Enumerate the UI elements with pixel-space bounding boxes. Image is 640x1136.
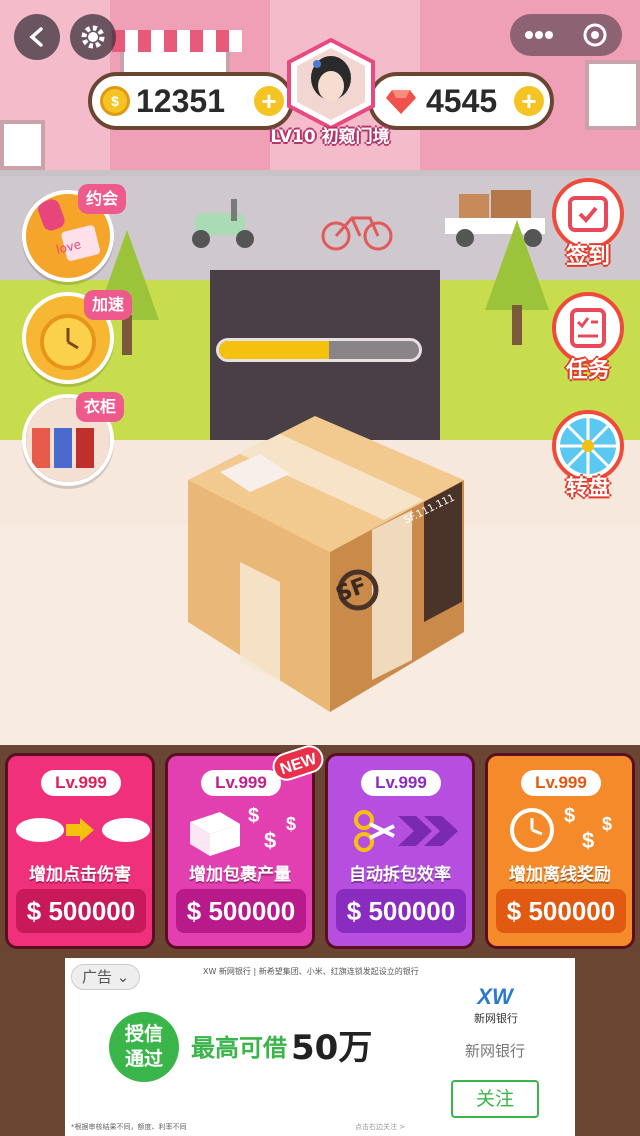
wardrobe-tag: 衣柜 <box>76 392 125 422</box>
ad-tag-button[interactable]: 广告 ⌄ <box>71 964 141 990</box>
svg-text:$: $ <box>564 805 575 827</box>
upgrade-price-button[interactable]: $ 500000 <box>496 889 626 933</box>
window <box>0 120 45 170</box>
scissors-icon <box>354 810 458 852</box>
upgrade-price-button[interactable]: $ 500000 <box>336 889 466 933</box>
ad-header: XW 新网银行 | 新希望集团、小米、红旗连锁发起设立的银行 <box>203 967 419 976</box>
tree <box>485 220 549 310</box>
brand-small: 新网银行 <box>474 1012 518 1025</box>
mini-program-menu[interactable] <box>510 14 622 56</box>
wheel-label: 转盘 <box>565 476 610 501</box>
unbox-progress-fill <box>219 341 329 359</box>
coin-value: 12351 <box>136 82 225 119</box>
upgrade-price-button[interactable]: $ 500000 <box>16 889 146 933</box>
speedup-tag: 加速 <box>84 290 133 320</box>
tree-trunk <box>512 305 522 345</box>
follow-button[interactable]: 关注 <box>451 1080 539 1118</box>
tasks-label: 任务 <box>565 358 610 383</box>
badge-line-1: 授信 <box>124 1023 163 1045</box>
badge-line-2: 通过 <box>124 1048 163 1070</box>
task-list-icon <box>570 308 606 348</box>
upgrade-price-button[interactable]: $ 500000 <box>176 889 306 933</box>
hand-tap-icon <box>16 818 150 842</box>
xw-logo: XW <box>477 984 513 1009</box>
chevron-down-icon: ⌄ <box>112 968 130 986</box>
package-box[interactable] <box>180 392 470 722</box>
upgrade-name: 增加离线奖励 <box>509 865 611 885</box>
new-badge: NEW <box>268 741 328 785</box>
calendar-check-icon <box>568 196 608 232</box>
upgrade-card-offline-reward[interactable]: Lv.999 $ $ $ 增加离线奖励 $ 500000 <box>485 753 635 949</box>
scooter <box>192 199 254 248</box>
player-level: LV10 初窥门境 <box>270 127 390 147</box>
upgrade-card-auto-unbox[interactable]: Lv.999 自动拆包效率 $ 500000 <box>325 753 475 949</box>
ad-headline: 最高可借 <box>191 1034 287 1062</box>
more-dots-icon <box>525 31 553 39</box>
upgrade-level: Lv.999 <box>41 770 121 796</box>
ad-hint: 点击右边关注 > <box>355 1123 406 1131</box>
brand-name: 新网银行 <box>464 1042 525 1060</box>
svg-text:$: $ <box>286 814 296 834</box>
game-scene: $ 12351 + 4545 + LV10 初窥门境 love 约会 加速 衣柜… <box>0 0 640 745</box>
add-gems-button[interactable]: + <box>514 86 544 116</box>
upgrade-level: Lv.999 <box>201 770 281 796</box>
bicycle <box>321 216 393 251</box>
approval-badge: 授信 通过 <box>109 1012 179 1082</box>
upgrade-name: 增加包裹产量 <box>189 865 291 885</box>
tree-trunk <box>122 315 132 355</box>
gear-icon <box>81 25 105 49</box>
ad-banner[interactable]: 广告 ⌄ XW 新网银行 | 新希望集团、小米、红旗连锁发起设立的银行 授信 通… <box>65 958 575 1136</box>
svg-text:$: $ <box>264 828 276 853</box>
back-button[interactable] <box>14 14 60 60</box>
upgrade-card-click-damage[interactable]: Lv.999 增加点击伤害 $ 500000 <box>5 753 155 949</box>
date-tag: 约会 <box>78 184 127 214</box>
gem-value: 4545 <box>426 82 498 119</box>
svg-text:$: $ <box>582 828 594 853</box>
ad-footnote: *根据审核结果不同，额度、利率不同 <box>71 1123 187 1131</box>
ad-tag-label: 广告 <box>82 968 113 986</box>
upgrade-level: Lv.999 <box>361 770 441 796</box>
close-target-icon <box>583 23 607 47</box>
settings-button[interactable] <box>70 14 116 60</box>
gem-icon <box>386 90 416 114</box>
add-coins-button[interactable]: + <box>254 86 284 116</box>
svg-text:$: $ <box>248 805 259 827</box>
ad-amount: 50万 <box>291 1028 373 1068</box>
window <box>585 60 640 130</box>
open-box-money-icon: $ $ $ <box>190 805 296 856</box>
coin-icon: $ <box>100 86 130 116</box>
svg-text:$: $ <box>602 814 612 834</box>
unbox-progress-bar <box>216 338 422 362</box>
upgrade-level: Lv.999 <box>521 770 601 796</box>
upgrade-name: 自动拆包效率 <box>349 865 451 885</box>
clock-money-icon: $ $ $ <box>510 805 612 853</box>
awning <box>112 30 242 52</box>
checkin-label: 签到 <box>565 244 610 269</box>
chevron-left-icon <box>29 27 43 47</box>
player-avatar[interactable] <box>285 38 377 130</box>
prize-wheel-icon <box>560 418 616 474</box>
upgrade-name: 增加点击伤害 <box>29 865 131 885</box>
upgrade-card-package-output[interactable]: Lv.999 $ $ $ 增加包裹产量 $ 500000 <box>165 753 315 949</box>
upgrade-panel: Lv.999 增加点击伤害 $ 500000 Lv.999 $ $ $ 增加包裹… <box>0 741 640 1136</box>
